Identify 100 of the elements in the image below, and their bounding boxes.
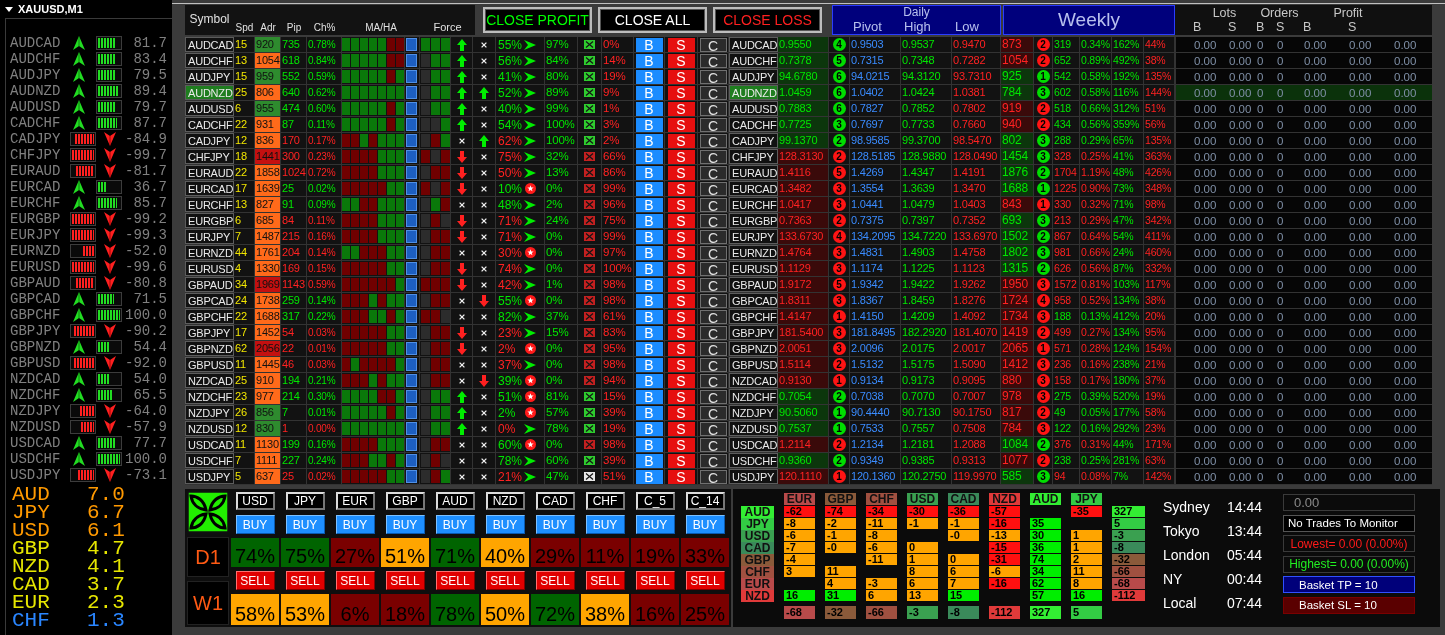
close-button[interactable]: C — [699, 277, 727, 292]
sell-button[interactable]: S — [667, 149, 695, 164]
currency-button[interactable]: CAD — [535, 492, 575, 510]
symbol-cell[interactable]: GBPCAD — [185, 293, 234, 308]
close-button[interactable]: C — [699, 197, 727, 212]
symbol-cell[interactable]: NZDJPY — [185, 405, 234, 420]
close-button[interactable]: C — [699, 85, 727, 100]
currency-button[interactable]: USD — [235, 492, 275, 510]
symbol-cell[interactable]: AUDJPY — [185, 69, 234, 84]
currency-button[interactable]: AUD — [435, 492, 475, 510]
symbol-cell[interactable]: AUDCAD — [729, 37, 778, 52]
sell-button[interactable]: S — [667, 53, 695, 68]
close-button[interactable]: C — [699, 181, 727, 196]
symbol-cell[interactable]: USDCHF — [729, 453, 778, 468]
close-button[interactable]: C — [699, 101, 727, 116]
symbol-cell[interactable]: CADJPY — [185, 133, 234, 148]
currency-button[interactable]: GBP — [385, 492, 425, 510]
sell-button[interactable]: S — [667, 245, 695, 260]
symbol-cell[interactable]: EURAUD — [729, 165, 778, 180]
currency-button[interactable]: C_5 — [635, 492, 675, 510]
sell-button[interactable]: S — [667, 117, 695, 132]
close-button[interactable]: C — [699, 453, 727, 468]
symbol-cell[interactable]: EURCHF — [729, 197, 778, 212]
sell-button[interactable]: SELL — [585, 571, 625, 590]
close-button[interactable]: C — [699, 213, 727, 228]
symbol-cell[interactable]: AUDCAD — [185, 37, 234, 52]
symbol-cell[interactable]: EURJPY — [729, 229, 778, 244]
sell-button[interactable]: S — [667, 229, 695, 244]
symbol-cell[interactable]: AUDUSD — [185, 101, 234, 116]
close-button[interactable]: C — [699, 149, 727, 164]
close-button[interactable]: C — [699, 421, 727, 436]
sell-button[interactable]: SELL — [335, 571, 375, 590]
symbol-cell[interactable]: GBPUSD — [729, 357, 778, 372]
symbol-cell[interactable]: EURCAD — [729, 181, 778, 196]
sell-button[interactable]: S — [667, 261, 695, 276]
close-button[interactable]: C — [699, 229, 727, 244]
sell-button[interactable]: S — [667, 437, 695, 452]
symbol-cell[interactable]: USDCHF — [185, 453, 234, 468]
symbol-cell[interactable]: CADCHF — [185, 117, 234, 132]
caret-icon[interactable] — [5, 6, 13, 12]
symbol-cell[interactable]: EURAUD — [185, 165, 234, 180]
symbol-cell[interactable]: GBPCAD — [729, 293, 778, 308]
close-button[interactable]: C — [699, 325, 727, 340]
sell-button[interactable]: SELL — [435, 571, 475, 590]
sell-button[interactable]: SELL — [685, 571, 725, 590]
symbol-cell[interactable]: GBPAUD — [185, 277, 234, 292]
symbol-cell[interactable]: NZDUSD — [729, 421, 778, 436]
sell-button[interactable]: S — [667, 69, 695, 84]
close-button[interactable]: C — [699, 469, 727, 484]
sell-button[interactable]: S — [667, 357, 695, 372]
close-button[interactable]: C — [699, 37, 727, 52]
sell-button[interactable]: S — [667, 389, 695, 404]
sell-button[interactable]: S — [667, 373, 695, 388]
sell-button[interactable]: S — [667, 309, 695, 324]
symbol-cell[interactable]: CADCHF — [729, 117, 778, 132]
close-button[interactable]: C — [699, 293, 727, 308]
sell-button[interactable]: S — [667, 277, 695, 292]
close-button[interactable]: C — [699, 165, 727, 180]
symbol-cell[interactable]: AUDJPY — [729, 69, 778, 84]
currency-button[interactable]: NZD — [485, 492, 525, 510]
sell-button[interactable]: S — [667, 341, 695, 356]
close-button[interactable]: CLOSE LOSS — [713, 7, 822, 33]
symbol-cell[interactable]: EURCHF — [185, 197, 234, 212]
symbol-cell[interactable]: EURUSD — [185, 261, 234, 276]
symbol-cell[interactable]: NZDCAD — [185, 373, 234, 388]
close-button[interactable]: C — [699, 309, 727, 324]
symbol-cell[interactable]: USDJPY — [729, 469, 778, 484]
sell-button[interactable]: S — [667, 421, 695, 436]
currency-button[interactable]: C_14 — [685, 492, 725, 510]
symbol-cell[interactable]: USDJPY — [185, 469, 234, 484]
sell-button[interactable]: S — [667, 37, 695, 52]
close-button[interactable]: C — [699, 437, 727, 452]
symbol-cell[interactable]: USDCAD — [729, 437, 778, 452]
sell-button[interactable]: S — [667, 453, 695, 468]
sell-button[interactable]: S — [667, 85, 695, 100]
symbol-cell[interactable]: GBPJPY — [185, 325, 234, 340]
close-button[interactable]: C — [699, 389, 727, 404]
sell-button[interactable]: SELL — [235, 571, 275, 590]
symbol-cell[interactable]: AUDNZD — [729, 85, 778, 100]
sell-button[interactable]: SELL — [635, 571, 675, 590]
close-button[interactable]: C — [699, 53, 727, 68]
symbol-cell[interactable]: AUDCHF — [729, 53, 778, 68]
symbol-cell[interactable]: GBPNZD — [185, 341, 234, 356]
symbol-cell[interactable]: GBPJPY — [729, 325, 778, 340]
sell-button[interactable]: S — [667, 213, 695, 228]
close-button[interactable]: CLOSE ALL — [598, 7, 707, 33]
symbol-cell[interactable]: EURCAD — [185, 181, 234, 196]
symbol-cell[interactable]: EURGBP — [185, 213, 234, 228]
sell-button[interactable]: S — [667, 197, 695, 212]
close-button[interactable]: C — [699, 341, 727, 356]
sell-button[interactable]: S — [667, 325, 695, 340]
currency-button[interactable]: CHF — [585, 492, 625, 510]
sell-button[interactable]: SELL — [385, 571, 425, 590]
symbol-cell[interactable]: AUDUSD — [729, 101, 778, 116]
sell-button[interactable]: SELL — [285, 571, 325, 590]
close-button[interactable]: CLOSE PROFIT — [483, 7, 592, 33]
symbol-cell[interactable]: EURUSD — [729, 261, 778, 276]
close-button[interactable]: C — [699, 357, 727, 372]
close-button[interactable]: C — [699, 117, 727, 132]
symbol-cell[interactable]: CHFJPY — [729, 149, 778, 164]
